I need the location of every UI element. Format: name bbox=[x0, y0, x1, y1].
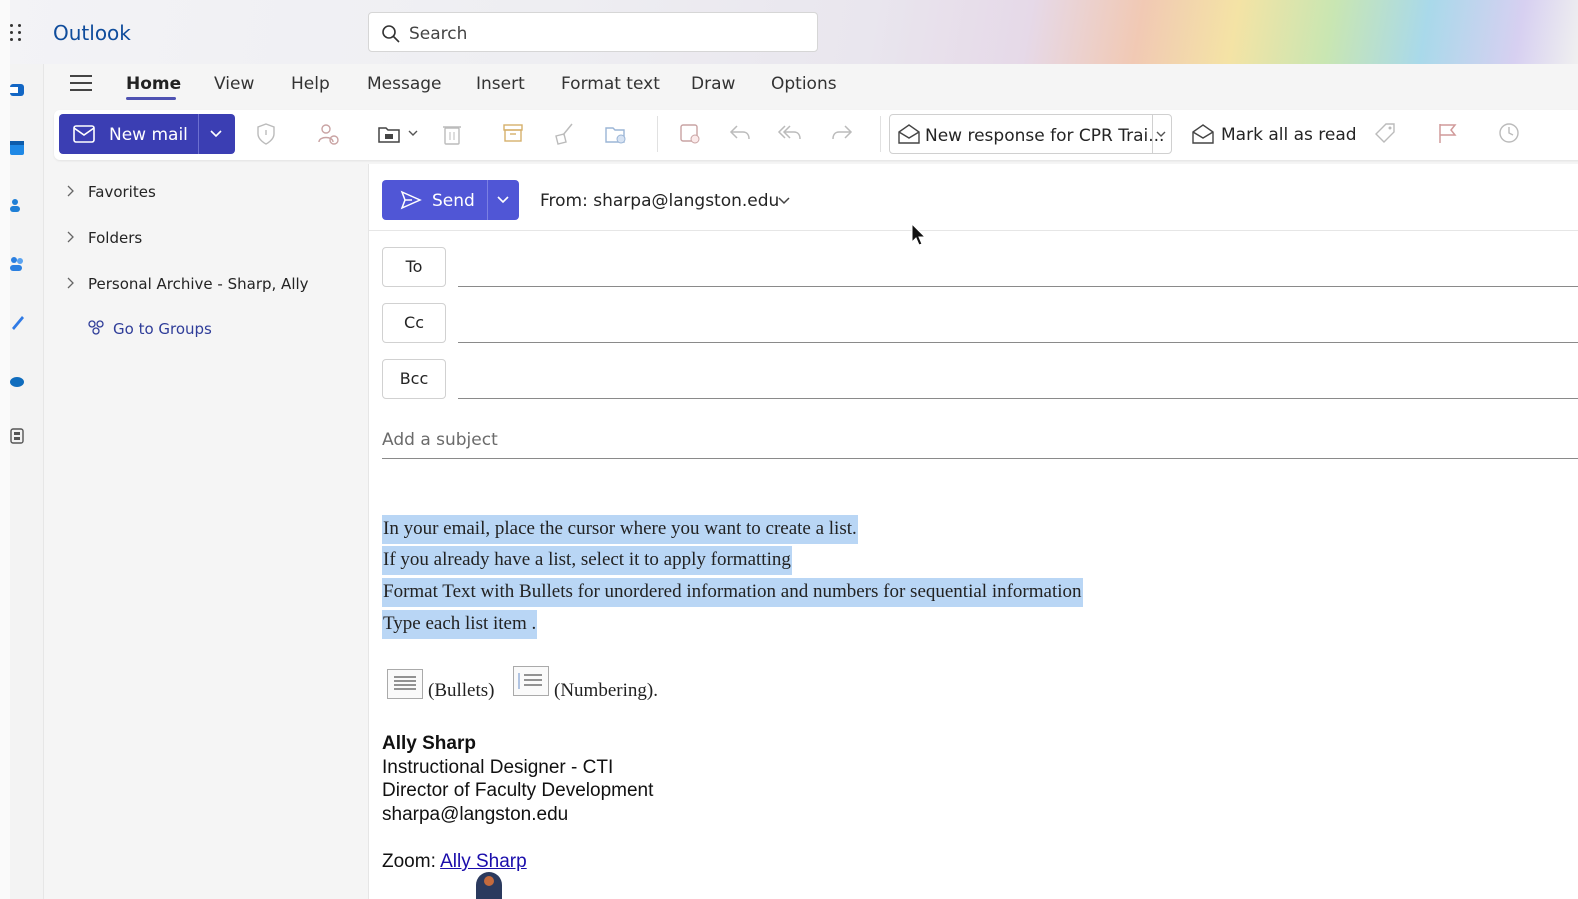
new-response-split bbox=[1152, 115, 1153, 153]
send-button[interactable]: Send bbox=[382, 180, 519, 220]
shield-icon[interactable] bbox=[256, 122, 276, 146]
move-folder-icon[interactable] bbox=[377, 122, 403, 146]
delete-icon[interactable] bbox=[442, 122, 462, 146]
app-launcher-icon[interactable] bbox=[8, 22, 24, 42]
groups-app-icon[interactable] bbox=[10, 256, 26, 272]
bullets-icon bbox=[387, 669, 423, 699]
signature-image bbox=[476, 872, 502, 899]
tab-format-text[interactable]: Format text bbox=[561, 74, 660, 94]
signature-name: Ally Sharp bbox=[382, 733, 476, 754]
search-input[interactable]: Search bbox=[368, 12, 818, 52]
new-response-button[interactable]: New response for CPR Trai... bbox=[889, 114, 1172, 154]
signature-title-1: Instructional Designer - CTI bbox=[382, 757, 614, 778]
new-response-label: New response for CPR Trai... bbox=[925, 126, 1165, 146]
rail-strip bbox=[0, 0, 10, 899]
flag-icon[interactable] bbox=[1437, 122, 1459, 144]
subject-input[interactable]: Add a subject bbox=[382, 430, 498, 450]
bullets-text: (Bullets) bbox=[428, 680, 495, 701]
chevron-down-icon[interactable] bbox=[408, 130, 418, 138]
tab-help[interactable]: Help bbox=[291, 74, 330, 94]
tab-insert[interactable]: Insert bbox=[476, 74, 525, 94]
todo-app-icon[interactable] bbox=[10, 314, 26, 330]
active-tab-indicator bbox=[126, 97, 176, 100]
top-header: Outlook Search bbox=[0, 0, 1578, 64]
body-line[interactable]: In your email, place the cursor where yo… bbox=[382, 515, 858, 544]
toolbar-divider bbox=[880, 116, 881, 152]
groups-icon bbox=[88, 320, 104, 335]
toolbar-divider bbox=[657, 116, 658, 152]
folder-item-favorites[interactable]: Favorites bbox=[88, 183, 156, 201]
chevron-down-icon[interactable] bbox=[210, 129, 222, 139]
go-to-groups-link[interactable]: Go to Groups bbox=[113, 320, 212, 338]
mail-icon bbox=[73, 125, 95, 143]
new-mail-button[interactable]: New mail bbox=[59, 114, 235, 154]
chevron-down-icon[interactable] bbox=[778, 196, 790, 206]
move-to-icon[interactable] bbox=[604, 122, 630, 146]
tab-options[interactable]: Options bbox=[771, 74, 837, 94]
chevron-right-icon[interactable] bbox=[66, 185, 76, 197]
tab-message[interactable]: Message bbox=[367, 74, 442, 94]
new-mail-split bbox=[198, 114, 199, 154]
mail-app-icon[interactable] bbox=[10, 82, 26, 98]
tag-icon[interactable] bbox=[1374, 122, 1396, 144]
app-title[interactable]: Outlook bbox=[53, 21, 131, 45]
tab-view[interactable]: View bbox=[214, 74, 254, 94]
signature-zoom: Zoom: Ally Sharp bbox=[382, 851, 527, 873]
more-apps-icon[interactable] bbox=[10, 428, 26, 444]
to-field[interactable] bbox=[458, 286, 1578, 287]
compose-header-divider bbox=[368, 230, 1578, 231]
zoom-label: Zoom: bbox=[382, 851, 436, 872]
body-line[interactable]: If you already have a list, select it to… bbox=[382, 546, 792, 575]
block-sender-icon[interactable] bbox=[316, 122, 340, 146]
cc-field[interactable] bbox=[458, 342, 1578, 343]
hamburger-menu-icon[interactable] bbox=[70, 75, 92, 93]
chevron-down-icon[interactable] bbox=[1156, 131, 1166, 139]
chevron-right-icon[interactable] bbox=[66, 231, 76, 243]
reply-icon[interactable] bbox=[728, 122, 752, 144]
tab-home[interactable]: Home bbox=[126, 74, 181, 94]
body-line[interactable]: Format Text with Bullets for unordered i… bbox=[382, 578, 1083, 607]
subject-underline bbox=[382, 458, 1578, 459]
sweep-icon[interactable] bbox=[552, 122, 576, 146]
signature-email: sharpa@langston.edu bbox=[382, 804, 569, 825]
onedrive-app-icon[interactable] bbox=[10, 372, 26, 388]
mouse-cursor-icon bbox=[911, 223, 927, 246]
folder-item-personal-archive[interactable]: Personal Archive - Sharp, Ally bbox=[88, 275, 309, 293]
cc-button[interactable]: Cc bbox=[382, 303, 446, 343]
send-split bbox=[487, 180, 488, 220]
new-mail-label: New mail bbox=[109, 125, 188, 145]
forward-icon[interactable] bbox=[830, 122, 854, 144]
search-icon bbox=[382, 25, 400, 43]
tab-draw[interactable]: Draw bbox=[691, 74, 735, 94]
folder-item-folders[interactable]: Folders bbox=[88, 229, 142, 247]
send-label: Send bbox=[432, 191, 475, 211]
chevron-down-icon[interactable] bbox=[497, 195, 509, 205]
chevron-right-icon[interactable] bbox=[66, 277, 76, 289]
send-icon bbox=[400, 190, 422, 210]
archive-icon[interactable] bbox=[502, 122, 524, 144]
body-line[interactable]: Type each list item . bbox=[382, 610, 538, 639]
list-format-row: (Bullets) (Numbering). bbox=[382, 666, 702, 701]
to-button[interactable]: To bbox=[382, 247, 446, 287]
envelope-open-icon bbox=[898, 124, 920, 144]
bcc-button[interactable]: Bcc bbox=[382, 359, 446, 399]
from-selector[interactable]: From: sharpa@langston.edu bbox=[540, 191, 779, 211]
bcc-field[interactable] bbox=[458, 398, 1578, 399]
signature-title-2: Director of Faculty Development bbox=[382, 780, 654, 801]
reply-all-icon[interactable] bbox=[777, 122, 803, 144]
mark-all-read-button[interactable]: Mark all as read bbox=[1221, 125, 1357, 145]
report-icon[interactable] bbox=[678, 122, 702, 146]
zoom-link[interactable]: Ally Sharp bbox=[440, 851, 527, 872]
snooze-clock-icon[interactable] bbox=[1498, 122, 1520, 144]
calendar-app-icon[interactable] bbox=[10, 140, 26, 156]
numbering-text: (Numbering). bbox=[554, 680, 658, 701]
search-placeholder: Search bbox=[409, 24, 468, 44]
people-app-icon[interactable] bbox=[10, 198, 26, 214]
numbering-icon bbox=[513, 666, 549, 696]
mark-read-icon bbox=[1192, 124, 1214, 144]
